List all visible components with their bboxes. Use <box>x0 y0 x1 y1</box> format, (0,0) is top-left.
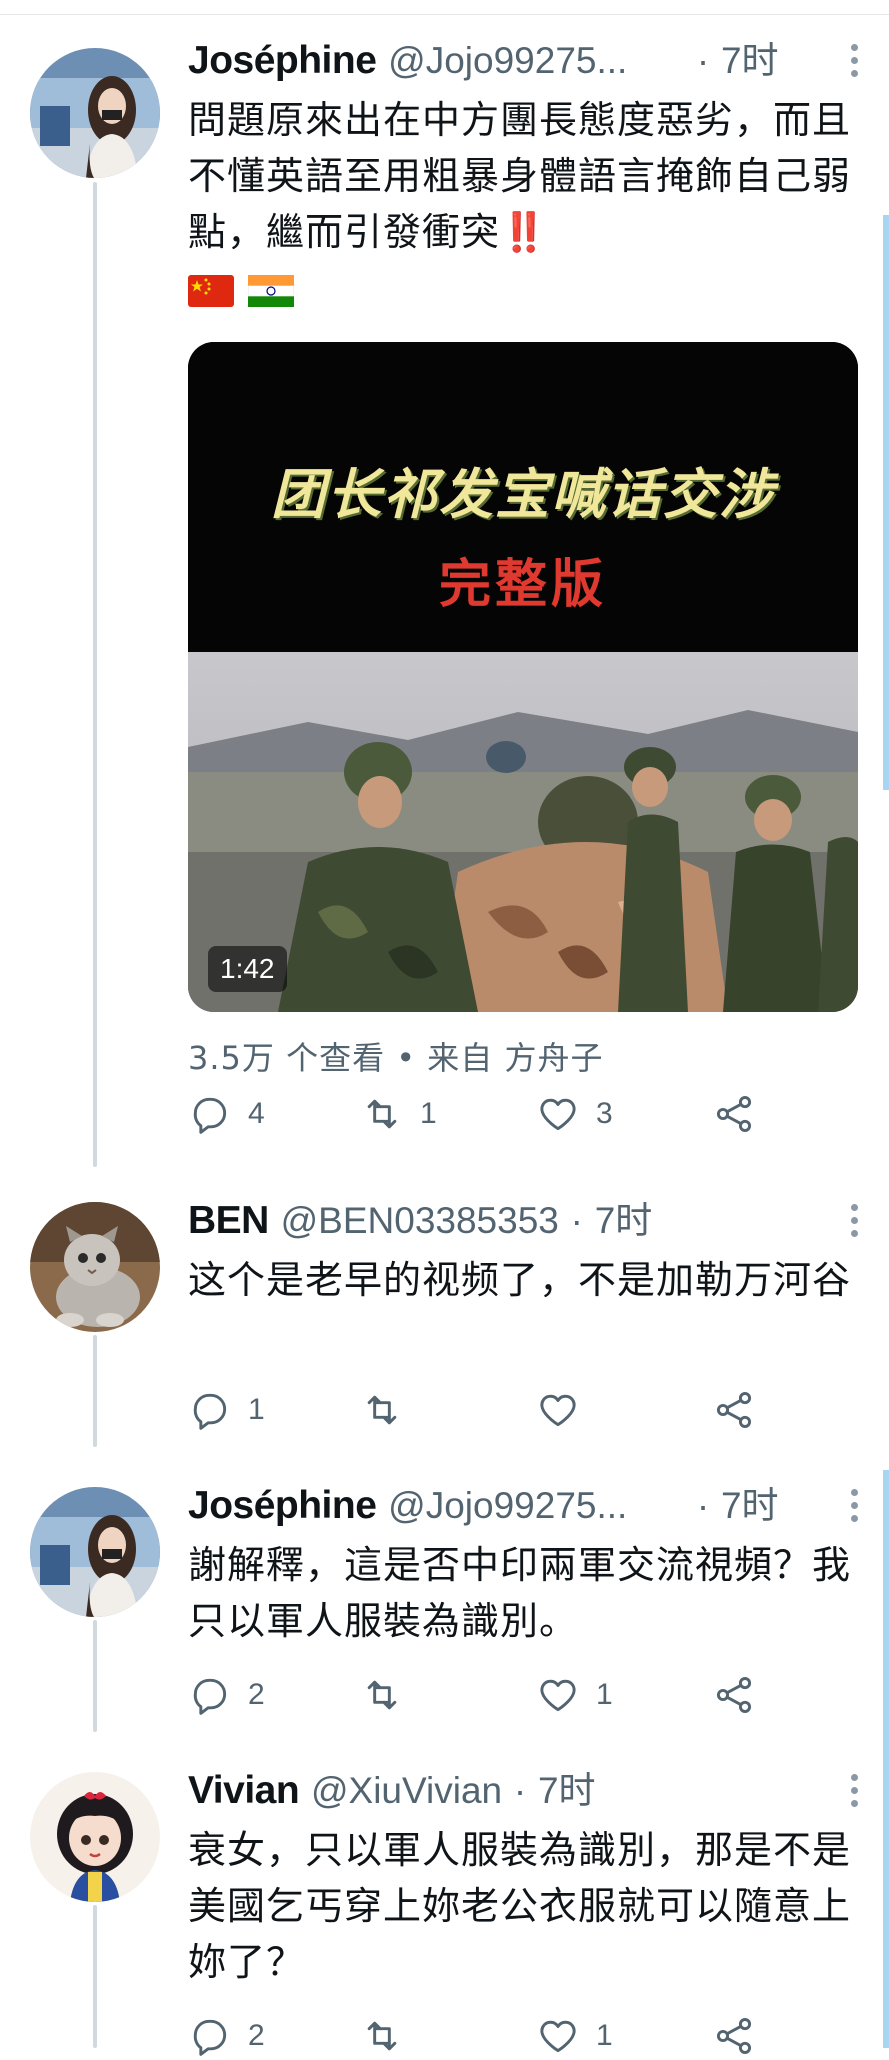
tweet[interactable]: Joséphine @Jojo99275... · 7时 謝解釋，這是否中印兩軍… <box>0 1475 889 1725</box>
retweet-icon <box>367 1395 397 1425</box>
tweet-text: 問題原來出在中方團長態度惡劣，而且不懂英語至用粗暴身體語言掩飾自己弱點，繼而引發… <box>188 98 852 254</box>
retweet-button[interactable]: 1 <box>360 1090 437 1138</box>
timestamp[interactable]: 7时 <box>721 40 779 81</box>
user-handle[interactable]: @Jojo99275... <box>388 1485 627 1526</box>
video-card[interactable]: 团长祁发宝喊话交涉 完整版 1:42 <box>188 342 858 1012</box>
tweet-text: 衰女，只以軍人服裝為識別，那是不是美國乞丐穿上妳老公衣服就可以隨意上妳了？ <box>188 1828 852 1984</box>
reply-icon <box>193 1678 227 1715</box>
reply-button[interactable]: 1 <box>188 1386 265 1434</box>
reply-icon <box>193 1097 227 1134</box>
retweet-count: 1 <box>420 1097 437 1130</box>
separator-dot: · <box>513 1770 527 1811</box>
reply-count: 2 <box>248 1678 265 1711</box>
like-icon <box>540 1679 576 1712</box>
video-title-banner: 团长祁发宝喊话交涉 完整版 <box>188 342 858 652</box>
more-icon[interactable] <box>849 1204 859 1240</box>
reply-icon <box>193 2019 227 2056</box>
avatar[interactable] <box>30 1202 160 1332</box>
share-icon <box>716 1392 752 1428</box>
video-duration-badge: 1:42 <box>208 946 287 992</box>
tweet[interactable]: Vivian @XiuVivian · 7时 衰女，只以軍人服裝為識別，那是不是… <box>0 1760 889 2056</box>
more-icon[interactable] <box>849 44 859 80</box>
separator-dot: · <box>696 1485 710 1526</box>
retweet-icon <box>367 2021 397 2051</box>
tweet-actions: 1 <box>188 1386 788 1434</box>
avatar[interactable] <box>30 48 160 178</box>
reply-button[interactable]: 2 <box>188 2012 265 2060</box>
like-icon <box>540 1394 576 1427</box>
share-icon <box>716 2018 752 2054</box>
like-icon <box>540 2020 576 2053</box>
share-button[interactable] <box>712 1090 756 1138</box>
separator-dot: · <box>570 1200 583 1241</box>
display-name[interactable]: Vivian <box>188 1769 300 1812</box>
video-subtitle: 完整版 <box>438 555 607 615</box>
tweet-actions: 2 1 <box>188 1671 788 1719</box>
timestamp[interactable]: 7时 <box>721 1485 779 1526</box>
like-icon <box>540 1098 576 1131</box>
like-button[interactable]: 1 <box>536 1671 613 1719</box>
display-name[interactable]: Joséphine <box>188 1484 377 1527</box>
tweet-actions: 2 1 <box>188 2012 788 2060</box>
like-count: 1 <box>596 1678 613 1711</box>
tweet-header: Vivian @XiuVivian · 7时 <box>188 1760 865 1822</box>
tweet-header: BEN @BEN03385353 · 7时 <box>188 1190 865 1252</box>
more-icon[interactable] <box>849 1774 859 1810</box>
display-name[interactable]: Joséphine <box>188 39 377 82</box>
user-handle[interactable]: @XiuVivian <box>311 1770 502 1811</box>
tweet-header: Joséphine @Jojo99275... · 7时 <box>188 1475 865 1537</box>
user-handle[interactable]: @BEN03385353 <box>281 1200 559 1241</box>
share-icon <box>716 1677 752 1713</box>
reply-button[interactable]: 4 <box>188 1090 265 1138</box>
tweet[interactable]: BEN @BEN03385353 · 7时 这个是老早的视频了，不是加勒万河谷 … <box>0 1190 889 1440</box>
retweet-button[interactable] <box>360 2012 420 2060</box>
reply-count: 4 <box>248 1097 265 1130</box>
share-icon <box>716 1096 752 1132</box>
timestamp[interactable]: 7时 <box>538 1770 596 1811</box>
tweet[interactable]: Joséphine @Jojo99275... · 7时 問題原來出在中方團長態… <box>0 30 889 1180</box>
separator-dot: · <box>696 40 710 81</box>
reply-button[interactable]: 2 <box>188 1671 265 1719</box>
display-name[interactable]: BEN <box>188 1199 269 1242</box>
avatar[interactable] <box>30 1487 160 1617</box>
timestamp[interactable]: 7时 <box>595 1200 653 1241</box>
video-title: 团长祁发宝喊话交涉 <box>271 463 775 526</box>
tweet-text: 这个是老早的视频了，不是加勒万河谷 <box>188 1258 852 1302</box>
avatar[interactable] <box>30 1772 160 1902</box>
share-button[interactable] <box>712 2012 756 2060</box>
tweet-header: Joséphine @Jojo99275... · 7时 <box>188 30 865 92</box>
more-icon[interactable] <box>849 1489 859 1525</box>
video-thumbnail <box>188 652 858 1012</box>
tweet-actions: 4 1 3 <box>188 1090 788 1138</box>
view-count-meta[interactable]: 3.5万 个查看 • 来自 方舟子 <box>188 1030 865 1086</box>
share-button[interactable] <box>712 1671 756 1719</box>
reply-count: 1 <box>248 1393 265 1426</box>
like-button[interactable] <box>536 1386 596 1434</box>
like-button[interactable]: 3 <box>536 1090 613 1138</box>
flag-emojis <box>188 262 865 320</box>
india-flag-icon <box>248 275 294 307</box>
retweet-button[interactable] <box>360 1671 420 1719</box>
tweet-text: 謝解釋，這是否中印兩軍交流視頻？我只以軍人服裝為識別。 <box>188 1543 852 1643</box>
share-button[interactable] <box>712 1386 756 1434</box>
china-flag-icon <box>188 275 234 307</box>
user-handle[interactable]: @Jojo99275... <box>388 40 627 81</box>
top-divider <box>0 14 889 15</box>
retweet-button[interactable] <box>360 1386 420 1434</box>
like-button[interactable]: 1 <box>536 2012 613 2060</box>
like-count: 3 <box>596 1097 613 1130</box>
retweet-icon <box>367 1680 397 1710</box>
retweet-icon <box>367 1099 397 1129</box>
reply-icon <box>193 1393 227 1430</box>
